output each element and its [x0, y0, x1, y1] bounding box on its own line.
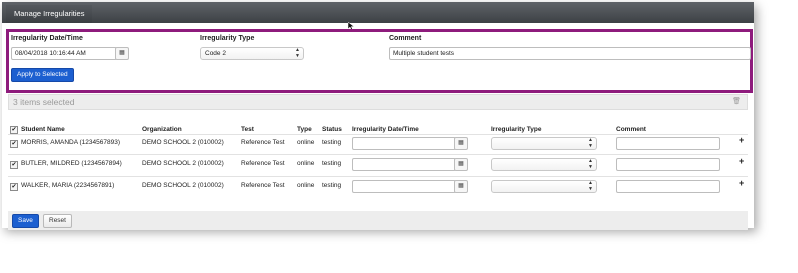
header-divider: [8, 134, 748, 135]
date-time-label: Irregularity Date/Time: [11, 35, 83, 42]
row-date-input[interactable]: [352, 158, 456, 171]
comment-input[interactable]: Multiple student tests: [389, 47, 751, 60]
title-bar: Manage Irregularities: [2, 2, 754, 23]
select-all-checkbox[interactable]: ✔: [10, 126, 18, 134]
row-divider: [8, 154, 748, 155]
organization: DEMO SCHOOL 2 (010002): [142, 160, 224, 167]
date-time-input[interactable]: 08/04/2018 10:16:44 AM: [11, 47, 117, 60]
row-checkbox[interactable]: ✔: [10, 183, 18, 191]
irregularity-type-value: Code 2: [205, 50, 226, 57]
save-button[interactable]: Save: [12, 214, 39, 228]
header-student-name: Student Name: [21, 126, 65, 133]
irregularity-type-select[interactable]: Code 2 ▲ ▼: [200, 47, 304, 60]
student-name: MORRIS, AMANDA (1234567893): [21, 139, 120, 146]
test-name: Reference Test: [241, 139, 285, 146]
student-name: BUTLER, MILDRED (1234567894): [21, 160, 122, 167]
footer-bar: Save Reset: [8, 211, 748, 230]
select-chevron-icon: ▲ ▼: [588, 137, 593, 149]
organization: DEMO SCHOOL 2 (010002): [142, 182, 224, 189]
test-status: testing: [322, 182, 342, 189]
select-chevron-icon: ▲ ▼: [295, 47, 300, 59]
test-status: testing: [322, 160, 342, 167]
row-irregularity-type-select[interactable]: ▲ ▼: [491, 158, 597, 171]
calendar-icon: ▦: [119, 50, 125, 56]
student-name: WALKER, MARIA (2234567891): [21, 182, 115, 189]
calendar-icon: ▦: [458, 161, 464, 167]
test-status: testing: [322, 139, 342, 146]
header-test: Test: [241, 126, 254, 133]
row-divider: [8, 176, 748, 177]
test-name: Reference Test: [241, 182, 285, 189]
calendar-icon: ▦: [458, 183, 464, 189]
test-type: online: [297, 160, 315, 167]
comment-label: Comment: [389, 35, 422, 42]
selection-count: 3 items selected: [13, 97, 75, 107]
row-checkbox[interactable]: ✔: [10, 161, 18, 169]
window-title: Manage Irregularities: [6, 5, 93, 23]
row-comment-input[interactable]: [616, 137, 720, 150]
select-chevron-icon: ▲ ▼: [588, 158, 593, 170]
organization: DEMO SCHOOL 2 (010002): [142, 139, 224, 146]
header-type: Type: [297, 126, 312, 133]
calendar-button[interactable]: ▦: [115, 47, 129, 60]
plus-icon[interactable]: +: [739, 156, 744, 166]
calendar-icon: ▦: [458, 140, 464, 146]
test-name: Reference Test: [241, 160, 285, 167]
row-calendar-button[interactable]: ▦: [454, 180, 468, 193]
manage-irregularities-window: Manage Irregularities Irregularity Date/…: [2, 2, 754, 230]
row-irregularity-type-select[interactable]: ▲ ▼: [491, 137, 597, 150]
apply-to-selected-button[interactable]: Apply to Selected: [11, 68, 74, 82]
header-date-time: Irregularity Date/Time: [352, 126, 419, 133]
row-comment-input[interactable]: [616, 180, 720, 193]
trash-icon[interactable]: 🗑: [732, 97, 741, 105]
row-comment-input[interactable]: [616, 158, 720, 171]
test-type: online: [297, 182, 315, 189]
header-comment: Comment: [616, 126, 646, 133]
test-type: online: [297, 139, 315, 146]
irregularity-type-label: Irregularity Type: [200, 35, 255, 42]
header-status: Status: [322, 126, 342, 133]
row-checkbox[interactable]: ✔: [10, 140, 18, 148]
header-organization: Organization: [142, 126, 182, 133]
row-calendar-button[interactable]: ▦: [454, 158, 468, 171]
plus-icon[interactable]: +: [739, 135, 744, 145]
row-date-input[interactable]: [352, 180, 456, 193]
selection-bar: 3 items selected 🗑: [8, 94, 748, 110]
plus-icon[interactable]: +: [739, 178, 744, 188]
row-irregularity-type-select[interactable]: ▲ ▼: [491, 180, 597, 193]
row-calendar-button[interactable]: ▦: [454, 137, 468, 150]
row-date-input[interactable]: [352, 137, 456, 150]
reset-button[interactable]: Reset: [43, 214, 72, 228]
bulk-edit-panel: Irregularity Date/Time 08/04/2018 10:16:…: [6, 29, 753, 93]
select-chevron-icon: ▲ ▼: [588, 180, 593, 192]
header-irregularity-type: Irregularity Type: [491, 126, 542, 133]
